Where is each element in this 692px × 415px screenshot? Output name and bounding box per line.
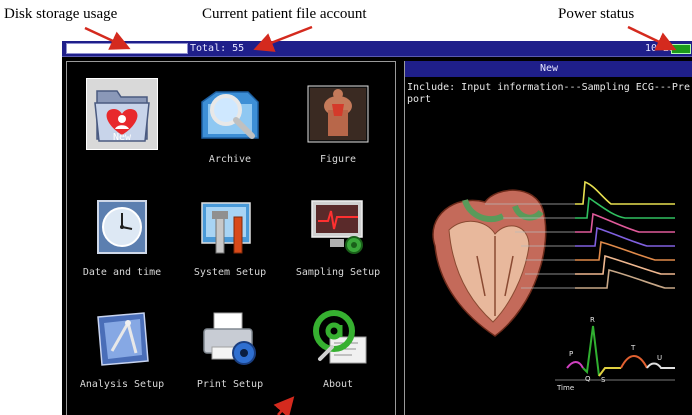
ecg-label-r: R bbox=[590, 316, 595, 324]
preview-title: New bbox=[405, 61, 692, 77]
disk-usage-bar bbox=[66, 43, 188, 54]
menu-tile-archive[interactable]: Archive bbox=[175, 82, 285, 165]
menu-tile-new[interactable]: New bbox=[67, 78, 177, 150]
menu-tile-system-setup[interactable]: System Setup bbox=[175, 195, 285, 278]
menu-tile-date-time[interactable]: Date and time bbox=[67, 195, 177, 278]
menu-label-new: New bbox=[112, 132, 132, 143]
anatomy-figure-icon bbox=[306, 82, 370, 146]
battery-icon bbox=[671, 44, 691, 54]
patient-count-callout: Current patient file account bbox=[202, 6, 367, 22]
clock-icon bbox=[90, 195, 154, 259]
about-at-sign-icon bbox=[306, 307, 370, 371]
preview-panel: New Include: Input information---Samplin… bbox=[404, 61, 692, 415]
heart-conduction-diagram: P R Q S T U Time bbox=[425, 176, 683, 401]
system-tools-icon bbox=[198, 195, 262, 259]
ecg-label-time: Time bbox=[556, 384, 574, 392]
menu-label-system-setup: System Setup bbox=[193, 267, 267, 278]
archive-magnifier-icon bbox=[198, 82, 262, 146]
preview-description: Include: Input information---Sampling EC… bbox=[407, 82, 690, 105]
sampling-monitor-icon bbox=[306, 195, 370, 259]
menu-label-archive: Archive bbox=[208, 154, 252, 165]
menu-label-analysis-setup: Analysis Setup bbox=[79, 379, 165, 390]
menu-tile-print-setup[interactable]: Print Setup bbox=[175, 307, 285, 390]
menu-label-figure: Figure bbox=[319, 154, 357, 165]
menu-label-sampling-setup: Sampling Setup bbox=[295, 267, 381, 278]
menu-tile-sampling-setup[interactable]: Sampling Setup bbox=[283, 195, 393, 278]
menu-label-date-time: Date and time bbox=[82, 267, 162, 278]
menu-label-print-setup: Print Setup bbox=[196, 379, 264, 390]
ecg-label-t: T bbox=[630, 344, 636, 352]
main-menu-panel: New Archive Figure Date and time System … bbox=[66, 61, 396, 415]
ecg-label-p: P bbox=[569, 350, 573, 358]
ecg-label-u: U bbox=[657, 354, 662, 362]
ecg-label-s: S bbox=[601, 376, 606, 384]
power-status-callout: Power status bbox=[558, 6, 635, 22]
menu-label-about: About bbox=[322, 379, 354, 390]
ecg-label-q: Q bbox=[585, 375, 591, 383]
status-bar: Total: 55 10 23 bbox=[62, 41, 692, 57]
disk-storage-callout: Disk storage usage bbox=[4, 6, 118, 22]
patient-total-count: Total: 55 bbox=[190, 43, 245, 54]
menu-tile-figure[interactable]: Figure bbox=[283, 82, 393, 165]
ecg-device-screen: Total: 55 10 23 New Archive Figure Date … bbox=[62, 41, 692, 415]
printer-gear-icon bbox=[198, 307, 262, 371]
menu-tile-about[interactable]: About bbox=[283, 307, 393, 390]
analysis-compass-icon bbox=[90, 307, 154, 371]
menu-tile-analysis-setup[interactable]: Analysis Setup bbox=[67, 307, 177, 390]
